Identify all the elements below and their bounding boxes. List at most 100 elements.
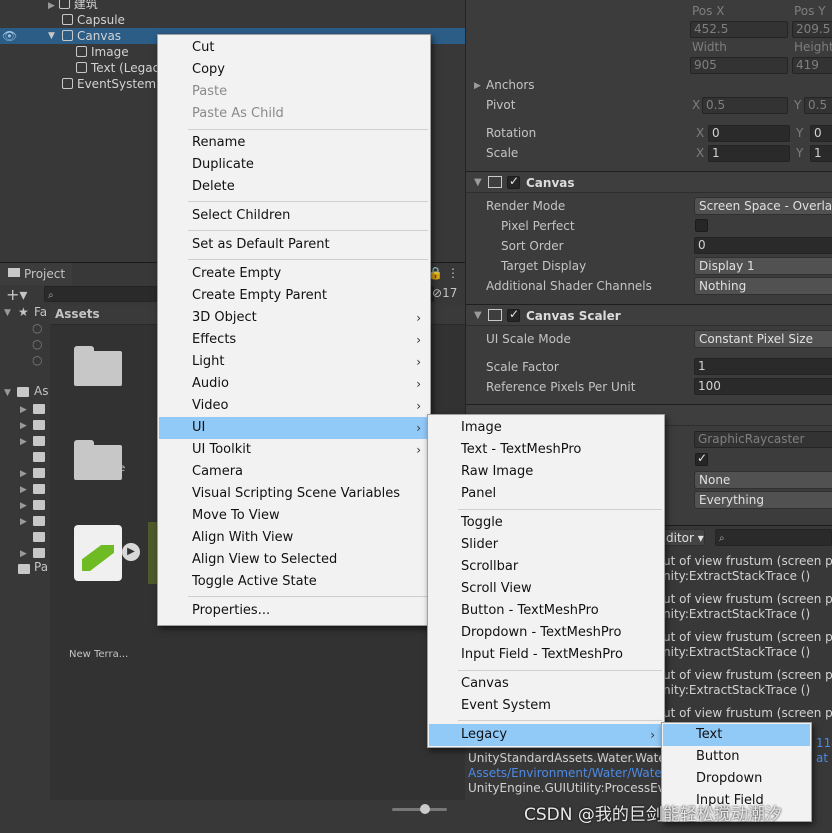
blocking-objects-dropdown[interactable]: None <box>694 471 832 489</box>
menu-item-duplicate[interactable]: Duplicate <box>159 154 429 176</box>
menu-item-effects[interactable]: Effects › <box>159 329 429 351</box>
collapse-arrow-icon[interactable]: ▼ <box>474 177 482 188</box>
folder-icon[interactable] <box>33 516 45 526</box>
folder-icon[interactable] <box>33 548 45 558</box>
menu-item-input-field-tmp[interactable]: Input Field - TextMeshPro <box>429 644 663 666</box>
menu-item-image[interactable]: Image <box>429 417 663 439</box>
scale-y-field[interactable]: 1 <box>810 145 832 162</box>
canvas-scaler-enabled-checkbox[interactable] <box>507 307 520 322</box>
rotation-x-field[interactable]: 0 <box>708 125 790 142</box>
tab-project[interactable]: Project <box>0 263 72 285</box>
shader-channels-dropdown[interactable]: Nothing <box>694 277 832 295</box>
expand-arrow-icon[interactable]: ▶ <box>48 1 55 11</box>
pos-x-field[interactable]: 452.5 <box>690 21 788 38</box>
menu-item-text-tmp[interactable]: Text - TextMeshPro <box>429 439 663 461</box>
editor-dropdown[interactable]: ditor ▾ <box>661 529 705 546</box>
hierarchy-item[interactable]: Capsule <box>62 12 125 28</box>
menu-item-create-empty-parent[interactable]: Create Empty Parent <box>159 285 429 307</box>
collapse-arrow-icon[interactable]: ▼ <box>4 388 11 398</box>
menu-item-rename[interactable]: Rename <box>159 132 429 154</box>
anchors-label[interactable]: Anchors <box>486 78 535 92</box>
add-icon[interactable]: +▾ <box>6 285 27 304</box>
menu-item-light[interactable]: Light › <box>159 351 429 373</box>
anchors-arrow-icon[interactable]: ▶ <box>474 81 481 91</box>
render-mode-dropdown[interactable]: Screen Space - Overlay <box>694 197 832 215</box>
folder-icon[interactable] <box>33 500 45 510</box>
hierarchy-item[interactable]: ▶ 建筑 <box>48 0 98 12</box>
menu-item-visual-scripting[interactable]: Visual Scripting Scene Variables <box>159 483 429 505</box>
folder-icon[interactable] <box>74 440 122 480</box>
menu-dots-icon[interactable]: ⋮ <box>447 266 459 280</box>
menu-item-legacy-dropdown[interactable]: Dropdown <box>663 768 810 790</box>
menu-item-scroll-view[interactable]: Scroll View <box>429 578 663 600</box>
canvas-scaler-header[interactable]: ▼ Canvas Scaler <box>466 304 832 326</box>
menu-item-legacy-button[interactable]: Button <box>663 746 810 768</box>
rotation-y-field[interactable]: 0 <box>810 125 832 142</box>
eye-slash-icon[interactable]: ⊘ <box>432 286 442 300</box>
hierarchy-item[interactable]: Image <box>76 44 129 60</box>
menu-item-create-empty[interactable]: Create Empty <box>159 263 429 285</box>
menu-item-legacy[interactable]: Legacy › <box>429 724 663 746</box>
sort-order-field[interactable]: 0 <box>694 237 832 254</box>
menu-item-dropdown-tmp[interactable]: Dropdown - TextMeshPro <box>429 622 663 644</box>
collapse-arrow-icon[interactable]: ▼ <box>48 28 55 44</box>
menu-item-set-default-parent[interactable]: Set as Default Parent <box>159 234 429 256</box>
menu-item-toggle[interactable]: Toggle <box>429 512 663 534</box>
hierarchy-item[interactable]: Text (Legac <box>76 60 159 76</box>
console-search-input[interactable]: ⌕ <box>715 529 832 546</box>
folder-icon[interactable] <box>33 468 45 478</box>
menu-item-3d-object[interactable]: 3D Object › <box>159 307 429 329</box>
pixel-perfect-checkbox[interactable] <box>695 219 708 232</box>
folder-icon[interactable] <box>33 452 45 462</box>
folder-icon[interactable] <box>74 346 122 386</box>
zoom-slider-handle[interactable] <box>420 804 430 814</box>
zoom-slider[interactable] <box>392 804 447 814</box>
menu-item-ui[interactable]: UI › <box>159 417 429 439</box>
height-field[interactable]: 419 <box>792 57 832 74</box>
collapse-arrow-icon[interactable]: ▼ <box>4 308 11 318</box>
terrain-icon[interactable] <box>74 525 122 581</box>
blocking-mask-dropdown[interactable]: Everything <box>694 491 832 509</box>
folder-icon[interactable] <box>33 436 45 446</box>
scale-factor-field[interactable]: 1 <box>694 358 832 375</box>
ui-scale-mode-dropdown[interactable]: Constant Pixel Size <box>694 330 832 348</box>
menu-item-slider[interactable]: Slider <box>429 534 663 556</box>
menu-item-select-children[interactable]: Select Children <box>159 205 429 227</box>
play-icon[interactable]: ▶ <box>122 543 140 561</box>
folder-icon[interactable] <box>33 532 45 542</box>
menu-item-delete[interactable]: Delete <box>159 176 429 198</box>
menu-item-raw-image[interactable]: Raw Image <box>429 461 663 483</box>
menu-item-canvas[interactable]: Canvas <box>429 673 663 695</box>
menu-item-cut[interactable]: Cut <box>159 37 429 59</box>
menu-item-ui-toolkit[interactable]: UI Toolkit › <box>159 439 429 461</box>
folder-icon[interactable] <box>33 420 45 430</box>
canvas-component-header[interactable]: ▼ Canvas <box>466 171 832 193</box>
menu-item-button-tmp[interactable]: Button - TextMeshPro <box>429 600 663 622</box>
menu-item-legacy-text[interactable]: Text <box>663 724 810 746</box>
menu-item-scrollbar[interactable]: Scrollbar <box>429 556 663 578</box>
folder-icon[interactable] <box>33 404 45 414</box>
width-field[interactable]: 905 <box>690 57 788 74</box>
pivot-y-field[interactable]: 0.5 <box>804 97 832 114</box>
menu-item-event-system[interactable]: Event System <box>429 695 663 717</box>
pos-y-field[interactable]: 209.5 <box>792 21 832 38</box>
menu-item-align-view-to-selected[interactable]: Align View to Selected <box>159 549 429 571</box>
collapse-arrow-icon[interactable]: ▼ <box>474 310 482 321</box>
menu-item-audio[interactable]: Audio › <box>159 373 429 395</box>
pivot-x-field[interactable]: 0.5 <box>702 97 788 114</box>
menu-item-properties[interactable]: Properties... <box>159 600 429 622</box>
menu-item-align-with-view[interactable]: Align With View <box>159 527 429 549</box>
eye-icon[interactable]: 👁 <box>2 28 17 44</box>
reference-ppu-field[interactable]: 100 <box>694 378 832 395</box>
folder-icon[interactable] <box>33 484 45 494</box>
scale-x-field[interactable]: 1 <box>708 145 790 162</box>
menu-item-copy[interactable]: Copy <box>159 59 429 81</box>
menu-item-toggle-active[interactable]: Toggle Active State <box>159 571 429 593</box>
menu-item-video[interactable]: Video › <box>159 395 429 417</box>
menu-item-move-to-view[interactable]: Move To View <box>159 505 429 527</box>
canvas-enabled-checkbox[interactable] <box>507 174 520 189</box>
hierarchy-item[interactable]: EventSystem <box>62 76 156 92</box>
menu-item-camera[interactable]: Camera <box>159 461 429 483</box>
target-display-dropdown[interactable]: Display 1 <box>694 257 832 275</box>
menu-item-panel[interactable]: Panel <box>429 483 663 505</box>
